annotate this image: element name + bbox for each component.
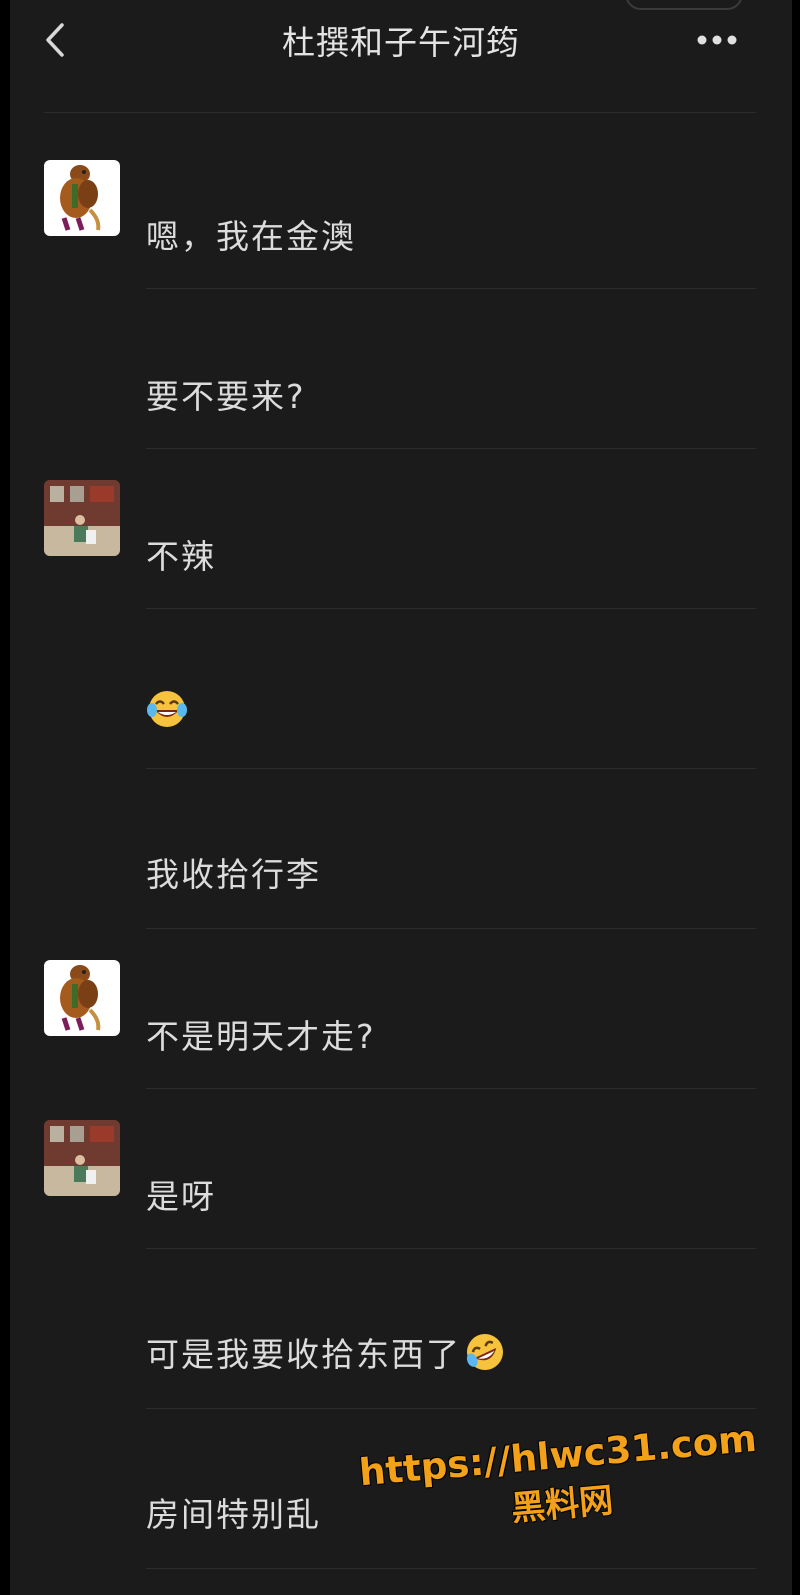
more-button[interactable] [692, 20, 742, 60]
chat-title: 杜撰和子午河筠 [282, 23, 520, 62]
room-avatar-image [44, 1120, 120, 1196]
message-text-with-emoji: 可是我要收拾东西了 [146, 1328, 507, 1376]
header-divider [44, 112, 756, 113]
message-row [10, 610, 792, 770]
message-text: 可是我要收拾东西了 [146, 1335, 461, 1374]
avatar-scooby[interactable] [44, 160, 120, 236]
message-divider [146, 608, 756, 609]
message-text: 不是明天才走? [146, 1017, 376, 1056]
message-divider [146, 768, 756, 769]
message-text: 要不要来? [146, 377, 306, 416]
room-avatar-image [44, 480, 120, 556]
message-row: 要不要来? [10, 290, 792, 450]
more-horizontal-icon [697, 35, 737, 45]
message-row: 不辣 [10, 450, 792, 610]
message-text: 我收拾行李 [146, 855, 321, 894]
message-divider [146, 1248, 756, 1249]
avatar-scooby[interactable] [44, 960, 120, 1036]
message-row: 嗯，我在金澳 [10, 160, 792, 290]
chat-header: 杜撰和子午河筠 [10, 0, 792, 80]
message-text: 是呀 [146, 1177, 216, 1216]
message-divider [146, 1568, 756, 1569]
message-divider [146, 448, 756, 449]
message-text: 房间特别乱 [146, 1495, 321, 1534]
scooby-avatar-image [44, 160, 120, 236]
face-with-tears-of-joy-icon [147, 691, 187, 727]
avatar-room[interactable] [44, 480, 120, 556]
chat-screen: 杜撰和子午河筠 嗯，我在金澳 要不要来? 不辣 我收拾行李 不是明天才走? 是呀… [10, 0, 792, 1595]
message-divider [146, 1088, 756, 1089]
message-divider [146, 288, 756, 289]
message-row: 是呀 [10, 1090, 792, 1250]
rolling-laughing-icon [466, 1334, 503, 1370]
message-row: 我收拾行李 [10, 770, 792, 930]
message-divider [146, 1408, 756, 1409]
message-text: 不辣 [146, 537, 216, 576]
message-row: 可是我要收拾东西了 [10, 1250, 792, 1410]
message-divider [146, 928, 756, 929]
scooby-avatar-image [44, 960, 120, 1036]
message-emoji [146, 688, 188, 738]
avatar-room[interactable] [44, 1120, 120, 1196]
message-text: 嗯，我在金澳 [146, 217, 356, 256]
message-row: 不是明天才走? [10, 930, 792, 1090]
